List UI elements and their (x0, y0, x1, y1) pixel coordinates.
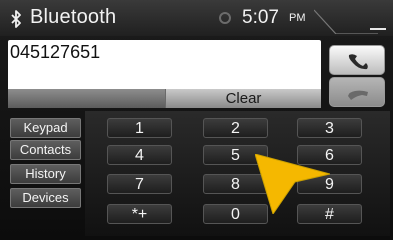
sidebar-item-history[interactable]: History (10, 164, 81, 184)
sidebar-item-devices[interactable]: Devices (10, 188, 81, 208)
clock-ampm: PM (289, 12, 306, 24)
page-title: Bluetooth (30, 6, 117, 28)
header-divider (314, 9, 378, 34)
phone-call-icon (348, 54, 368, 70)
sidebar-item-contacts[interactable]: Contacts (10, 140, 81, 160)
clock-time: 5:07 (242, 7, 279, 28)
clock-icon (219, 12, 231, 24)
key-1[interactable]: 1 (107, 118, 172, 138)
key-2[interactable]: 2 (203, 118, 268, 138)
phone-hangup-icon (348, 90, 368, 100)
minimize-icon[interactable] (370, 28, 386, 30)
sidebar-item-keypad[interactable]: Keypad (10, 118, 81, 138)
pointer-arrow-icon (255, 154, 330, 214)
key-4[interactable]: 4 (107, 145, 172, 165)
status-bar: Bluetooth 5:07 PM (0, 0, 393, 36)
call-button[interactable] (329, 45, 385, 75)
bluetooth-icon (11, 10, 21, 28)
hangup-button[interactable] (329, 77, 385, 107)
key-7[interactable]: 7 (107, 174, 172, 194)
dialed-number: 045127651 (10, 42, 101, 62)
key-star-plus[interactable]: *+ (107, 204, 172, 224)
key-3[interactable]: 3 (297, 118, 362, 138)
clear-button[interactable]: Clear (165, 89, 321, 108)
